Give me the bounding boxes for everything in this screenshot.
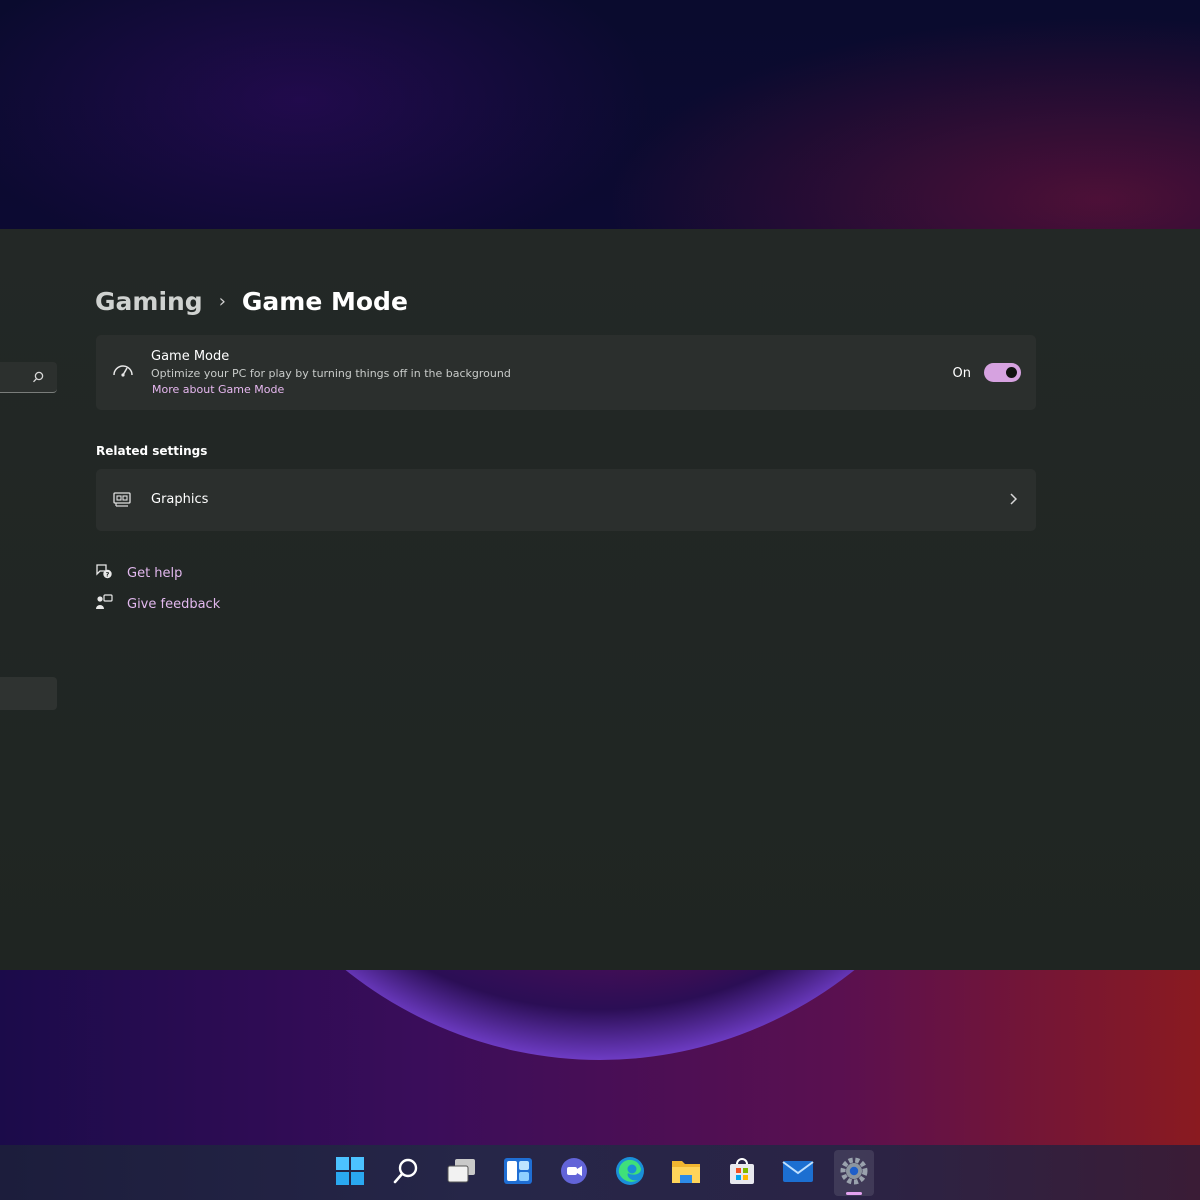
get-help-label: Get help <box>127 565 183 581</box>
bloom-arc <box>180 960 1020 1060</box>
breadcrumb-separator: › <box>218 290 226 312</box>
search-icon <box>31 369 45 388</box>
store-button[interactable] <box>722 1150 762 1196</box>
task-view-icon <box>446 1157 478 1189</box>
toggle-state-label: On <box>952 366 971 381</box>
start-icon <box>335 1156 365 1190</box>
game-mode-title: Game Mode <box>151 349 230 364</box>
widgets-icon <box>503 1156 533 1190</box>
mail-button[interactable] <box>778 1150 818 1196</box>
game-mode-toggle[interactable] <box>984 363 1021 382</box>
file-explorer-button[interactable] <box>666 1150 706 1196</box>
taskbar <box>0 1145 1200 1200</box>
help-chat-icon: ? <box>95 562 113 584</box>
start-button[interactable] <box>330 1150 370 1196</box>
chevron-right-icon <box>1008 491 1018 511</box>
get-help-link[interactable]: ? Get help <box>95 563 182 583</box>
game-mode-gauge-icon <box>112 362 134 384</box>
mail-icon <box>782 1158 814 1188</box>
graphics-settings-row[interactable]: Graphics <box>96 469 1036 531</box>
active-app-indicator <box>846 1191 862 1195</box>
page-title: Game Mode <box>241 286 408 316</box>
settings-button[interactable] <box>834 1149 874 1196</box>
chat-button[interactable] <box>554 1150 594 1196</box>
svg-text:?: ? <box>106 571 110 579</box>
store-icon <box>727 1156 757 1190</box>
game-mode-description: Optimize your PC for play by turning thi… <box>151 367 511 380</box>
search-button[interactable] <box>386 1150 426 1196</box>
edge-button[interactable] <box>610 1150 650 1196</box>
give-feedback-link[interactable]: Give feedback <box>95 594 220 614</box>
wallpaper-bloom <box>0 960 1200 1145</box>
give-feedback-label: Give feedback <box>127 596 221 612</box>
sidebar-search-input[interactable] <box>0 362 57 393</box>
graphics-card-icon <box>112 490 132 512</box>
more-about-game-mode-link[interactable]: More about Game Mode <box>152 383 284 396</box>
search-icon <box>391 1156 421 1190</box>
game-mode-card: Game Mode Optimize your PC for play by t… <box>96 335 1036 410</box>
toggle-knob <box>1006 367 1017 378</box>
feedback-icon <box>95 593 113 615</box>
file-explorer-icon <box>670 1157 702 1189</box>
graphics-label: Graphics <box>151 492 209 507</box>
task-view-button[interactable] <box>442 1150 482 1196</box>
settings-icon <box>839 1156 869 1190</box>
breadcrumb-gaming[interactable]: Gaming <box>95 287 203 316</box>
related-settings-heading: Related settings <box>96 444 208 458</box>
widgets-button[interactable] <box>498 1150 538 1196</box>
breadcrumb: Gaming › Game Mode <box>95 283 408 319</box>
edge-icon <box>614 1155 646 1191</box>
sidebar-item-gaming-selected[interactable] <box>0 677 57 710</box>
chat-icon <box>559 1156 589 1190</box>
